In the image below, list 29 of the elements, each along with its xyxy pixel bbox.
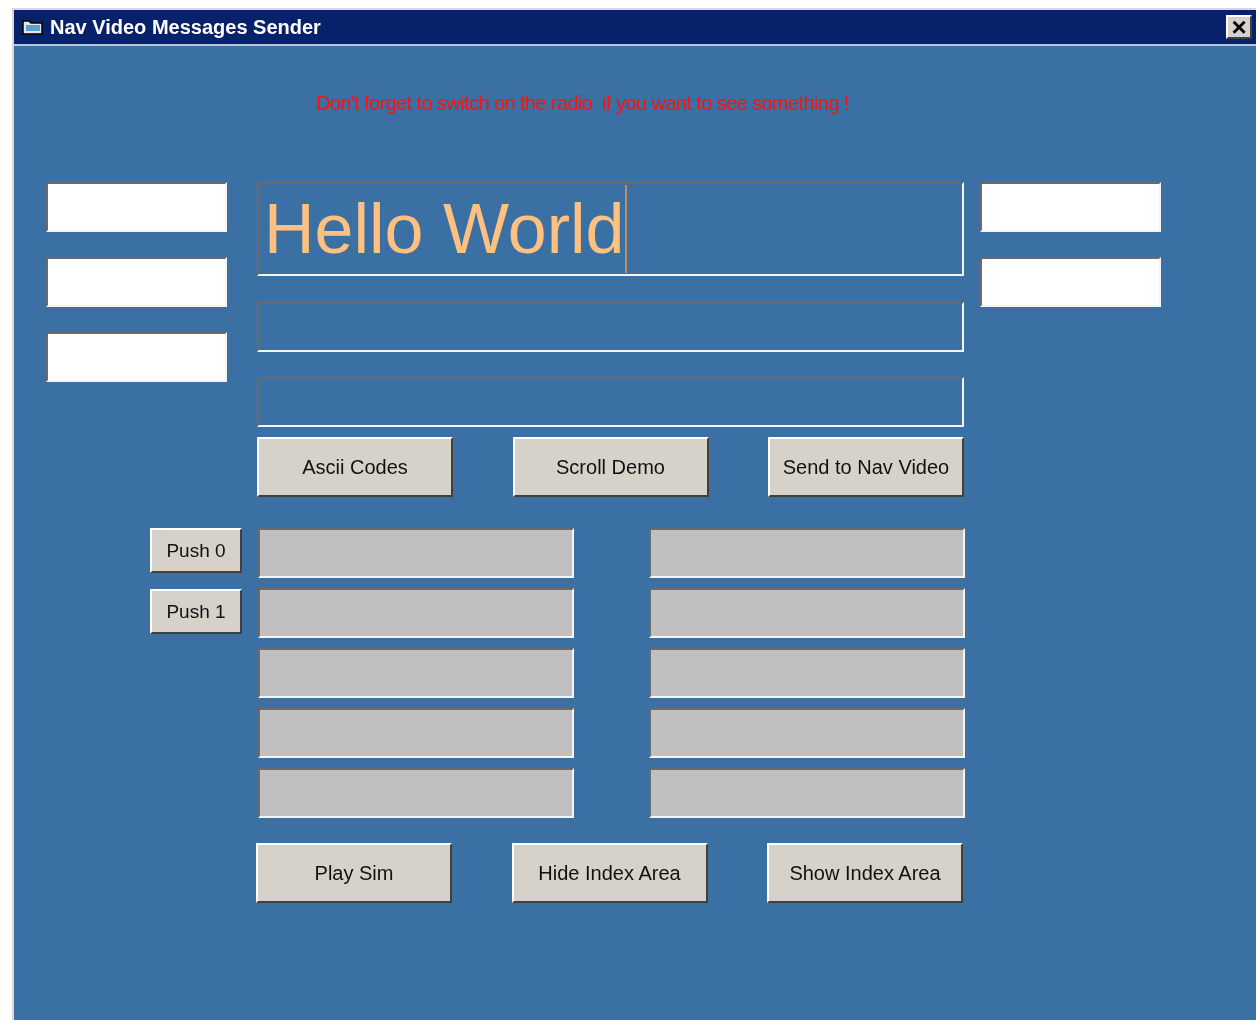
window-title: Nav Video Messages Sender: [50, 15, 322, 39]
warning-text: Don't forget to switch on the radio if you want to see something !: [316, 92, 849, 116]
text-field[interactable]: [46, 332, 227, 382]
text-field[interactable]: [257, 377, 964, 427]
text-field[interactable]: [258, 648, 574, 698]
text-field[interactable]: [258, 768, 574, 818]
action-button[interactable]: Hide Index Area: [511, 843, 708, 903]
close-button[interactable]: ×: [1226, 15, 1252, 39]
action-button[interactable]: Scroll Demo: [512, 437, 709, 497]
push-button[interactable]: Push 0: [150, 528, 242, 573]
text-field[interactable]: [649, 648, 965, 698]
text-field[interactable]: [258, 588, 574, 638]
text-field[interactable]: [258, 708, 574, 758]
text-field[interactable]: [980, 257, 1161, 307]
window-icon: [22, 18, 44, 36]
text-field[interactable]: [649, 768, 965, 818]
action-button[interactable]: Show Index Area: [767, 843, 963, 903]
text-field[interactable]: [257, 302, 964, 352]
text-field[interactable]: [649, 708, 965, 758]
action-button[interactable]: Send to Nav Video: [768, 437, 964, 497]
action-button[interactable]: Ascii Codes: [257, 437, 453, 497]
push-button[interactable]: Push 1: [150, 589, 242, 634]
action-button[interactable]: Play Sim: [256, 843, 452, 903]
text-field[interactable]: [46, 257, 227, 307]
text-field[interactable]: [980, 182, 1161, 232]
text-field[interactable]: [258, 528, 574, 578]
text-field[interactable]: [46, 182, 227, 232]
text-field[interactable]: [649, 528, 965, 578]
text-field[interactable]: [649, 588, 965, 638]
